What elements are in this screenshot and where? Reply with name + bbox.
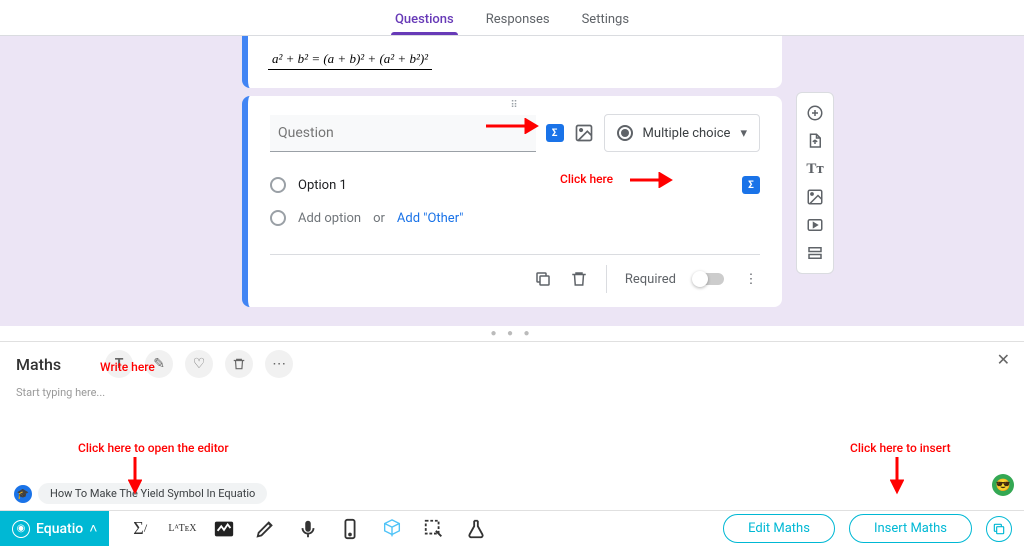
equatio-brand-button[interactable]: ◉ Equatio ˄ bbox=[0, 511, 109, 546]
form-canvas: a² + b² = (a + b)² + (a² + b²)² ⠿ Σ Mult… bbox=[0, 36, 1024, 326]
more-icon[interactable]: ⋮ bbox=[742, 270, 760, 288]
equatio-hint[interactable]: Start typing here... bbox=[0, 386, 1024, 399]
equatio-logo-icon: ◉ bbox=[12, 520, 30, 538]
equatio-insert-icon[interactable]: Σ bbox=[546, 124, 564, 142]
text-tool-icon[interactable]: T bbox=[105, 350, 133, 378]
import-icon[interactable] bbox=[803, 129, 827, 153]
favorite-icon[interactable]: ♡ bbox=[185, 350, 213, 378]
prev-question-card: a² + b² = (a + b)² + (a² + b²)² bbox=[242, 36, 782, 88]
mobile-icon[interactable] bbox=[339, 518, 361, 540]
image-icon[interactable] bbox=[574, 123, 594, 143]
equatio-title: Maths bbox=[16, 355, 61, 374]
help-badge-icon[interactable]: 🎓 bbox=[14, 485, 32, 503]
option-radio-icon bbox=[270, 177, 286, 193]
flask-icon[interactable] bbox=[465, 518, 487, 540]
tab-settings[interactable]: Settings bbox=[578, 6, 633, 35]
chevron-down-icon: ▾ bbox=[740, 126, 747, 141]
math-expression: a² + b² = (a + b)² + (a² + b²)² bbox=[268, 49, 432, 70]
handwriting-icon[interactable] bbox=[255, 518, 277, 540]
copy-icon[interactable] bbox=[986, 516, 1012, 542]
insert-maths-button[interactable]: Insert Maths bbox=[849, 514, 972, 543]
add-video-icon[interactable] bbox=[803, 213, 827, 237]
delete-icon[interactable] bbox=[570, 270, 588, 288]
radio-icon bbox=[617, 125, 633, 141]
assistant-face-icon[interactable]: 😎 bbox=[992, 474, 1014, 496]
side-toolbar: Tᴛ bbox=[796, 92, 834, 274]
card-footer: Required ⋮ bbox=[270, 254, 760, 293]
latex-icon[interactable]: LᴬTᴇX bbox=[171, 518, 193, 540]
add-option-row: Add option or Add "Other" bbox=[270, 210, 760, 226]
option-label[interactable]: Option 1 bbox=[298, 178, 347, 193]
graph-icon[interactable] bbox=[213, 518, 235, 540]
drag-handle-icon[interactable]: ⠿ bbox=[510, 100, 519, 111]
add-question-icon[interactable] bbox=[803, 101, 827, 125]
close-icon[interactable]: ✕ bbox=[997, 350, 1010, 369]
edit-maths-button[interactable]: Edit Maths bbox=[723, 514, 835, 543]
equation-editor-icon[interactable]: Σ/ bbox=[129, 518, 151, 540]
required-label: Required bbox=[625, 272, 676, 287]
equatio-option-icon[interactable]: Σ bbox=[742, 176, 760, 194]
speech-icon[interactable] bbox=[297, 518, 319, 540]
add-title-icon[interactable]: Tᴛ bbox=[803, 157, 827, 181]
add-option-button[interactable]: Add option bbox=[298, 211, 361, 226]
cube-icon[interactable] bbox=[381, 518, 403, 540]
duplicate-icon[interactable] bbox=[534, 270, 552, 288]
option-row[interactable]: Option 1 Σ bbox=[270, 176, 760, 194]
panel-drag-icon[interactable]: ● ● ● bbox=[0, 326, 1024, 341]
add-section-icon[interactable] bbox=[803, 241, 827, 265]
form-tabs: Questions Responses Settings bbox=[0, 0, 1024, 36]
equatio-toolbar: ◉ Equatio ˄ Σ/ LᴬTᴇX Edit Maths Insert M… bbox=[0, 510, 1024, 546]
divider bbox=[606, 265, 607, 293]
help-suggestion[interactable]: How To Make The Yield Symbol In Equatio bbox=[38, 483, 267, 504]
question-type-label: Multiple choice bbox=[643, 126, 731, 141]
equatio-panel: ✕ Maths T ✎ ♡ ⋯ Start typing here... 🎓 H… bbox=[0, 341, 1024, 546]
option-radio-icon bbox=[270, 210, 286, 226]
trash-icon[interactable] bbox=[225, 350, 253, 378]
ink-tool-icon[interactable]: ✎ bbox=[145, 350, 173, 378]
chevron-up-icon: ˄ bbox=[89, 520, 97, 537]
or-text: or bbox=[373, 211, 385, 226]
select-icon[interactable] bbox=[423, 518, 445, 540]
tab-questions[interactable]: Questions bbox=[391, 6, 458, 35]
question-type-select[interactable]: Multiple choice ▾ bbox=[604, 114, 760, 152]
more-horiz-icon[interactable]: ⋯ bbox=[265, 350, 293, 378]
equatio-brand-label: Equatio bbox=[36, 521, 83, 537]
add-other-button[interactable]: Add "Other" bbox=[397, 211, 463, 226]
question-input[interactable] bbox=[270, 115, 536, 152]
tab-responses[interactable]: Responses bbox=[482, 6, 554, 35]
required-toggle[interactable] bbox=[694, 273, 724, 285]
add-image-icon[interactable] bbox=[803, 185, 827, 209]
active-question-card[interactable]: ⠿ Σ Multiple choice ▾ Option 1 Σ Add opt… bbox=[242, 96, 782, 307]
